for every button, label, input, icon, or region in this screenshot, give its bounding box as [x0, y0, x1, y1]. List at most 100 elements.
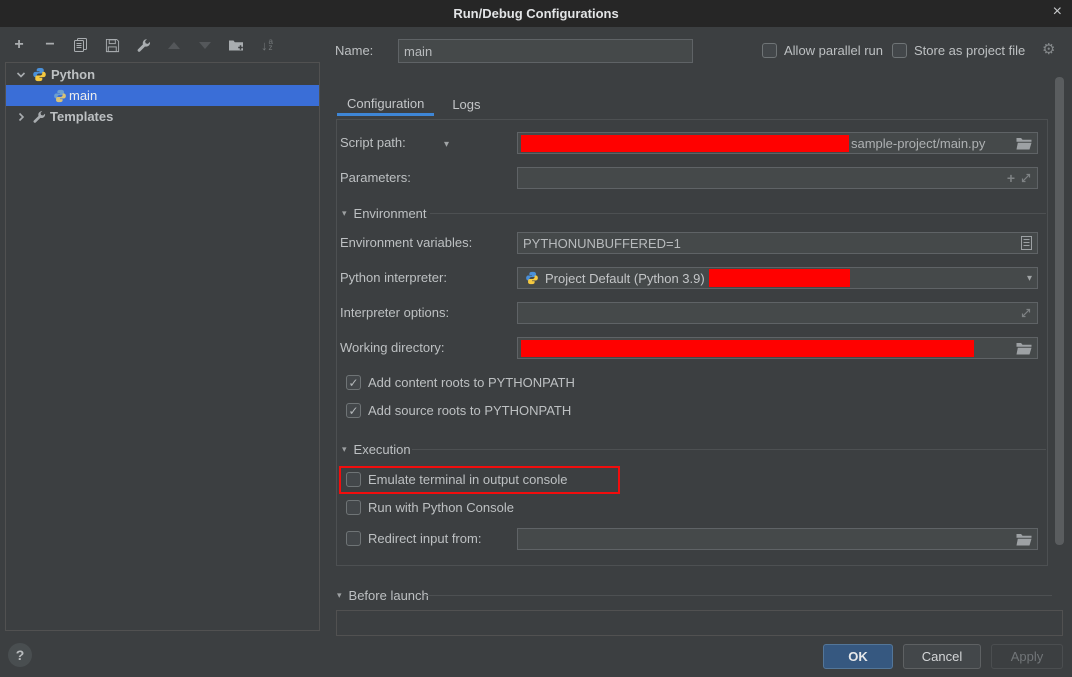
- python-interpreter-select[interactable]: Project Default (Python 3.9) ▾: [517, 267, 1038, 289]
- python-interpreter-value: Project Default (Python 3.9): [545, 271, 705, 286]
- arrow-down-icon: [199, 42, 211, 49]
- before-launch-section-header[interactable]: ▾ Before launch: [337, 588, 429, 603]
- new-folder-icon: [228, 38, 244, 52]
- section-divider: [424, 595, 1052, 596]
- tree-item-label: main: [69, 88, 97, 103]
- before-launch-task-list[interactable]: [336, 610, 1063, 636]
- name-value: main: [404, 44, 432, 59]
- ok-button[interactable]: OK: [823, 644, 893, 669]
- working-directory-input[interactable]: [517, 337, 1038, 359]
- redirect-input-path-input[interactable]: [517, 528, 1038, 550]
- emulate-terminal-option: Emulate terminal in output console: [346, 472, 567, 487]
- add-macro-icon[interactable]: +: [1007, 170, 1015, 186]
- gear-icon[interactable]: ⚙: [1042, 40, 1055, 58]
- working-directory-label: Working directory:: [340, 340, 445, 355]
- store-as-project-file-label: Store as project file: [914, 43, 1025, 58]
- copy-icon: [73, 37, 89, 53]
- tab-logs[interactable]: Logs: [442, 93, 490, 116]
- run-python-console-checkbox[interactable]: [346, 500, 361, 515]
- check-icon: ✓: [348, 377, 358, 389]
- parameters-input[interactable]: +: [517, 167, 1038, 189]
- add-source-roots-checkbox[interactable]: ✓: [346, 403, 361, 418]
- sort-configurations-button[interactable]: ↓ a z: [258, 36, 276, 54]
- apply-button[interactable]: Apply: [991, 644, 1063, 669]
- script-path-input[interactable]: sample-project/main.py: [517, 132, 1038, 154]
- edit-templates-button[interactable]: [134, 36, 152, 54]
- add-content-roots-checkbox[interactable]: ✓: [346, 375, 361, 390]
- expand-field-icon[interactable]: [1020, 172, 1032, 184]
- collapse-icon: ▾: [342, 208, 347, 219]
- redaction-box: [521, 135, 849, 152]
- tree-item-python[interactable]: Python: [6, 64, 319, 85]
- redaction-box: [709, 269, 850, 287]
- tab-bar: Configuration Logs: [337, 93, 491, 116]
- interpreter-options-input[interactable]: [517, 302, 1038, 324]
- section-divider: [430, 213, 1046, 214]
- remove-configuration-button[interactable]: −: [41, 36, 59, 54]
- script-path-dropdown-icon[interactable]: ▾: [444, 139, 449, 150]
- add-content-roots-option: ✓ Add content roots to PYTHONPATH: [346, 375, 575, 390]
- move-up-button[interactable]: [165, 36, 183, 54]
- save-icon: [105, 38, 120, 53]
- run-debug-configurations-dialog: Run/Debug Configurations × + −: [0, 0, 1072, 677]
- interpreter-options-label: Interpreter options:: [340, 305, 449, 320]
- folder-icon[interactable]: [1016, 533, 1032, 546]
- python-icon: [525, 271, 539, 285]
- name-label: Name:: [335, 43, 373, 58]
- save-configuration-button[interactable]: [103, 36, 121, 54]
- edit-list-icon[interactable]: [1021, 236, 1032, 250]
- store-as-project-file-checkbox[interactable]: [892, 43, 907, 58]
- allow-parallel-run-option: Allow parallel run: [762, 43, 883, 58]
- dialog-title: Run/Debug Configurations: [453, 6, 618, 21]
- add-content-roots-label: Add content roots to PYTHONPATH: [368, 375, 575, 390]
- wrench-icon: [136, 38, 151, 53]
- tree-item-main[interactable]: main: [6, 85, 319, 106]
- redirect-input-label: Redirect input from:: [368, 531, 481, 546]
- check-icon: ✓: [348, 405, 358, 417]
- environment-section-header[interactable]: ▾ Environment: [342, 206, 427, 221]
- dropdown-arrow-icon[interactable]: ▾: [1027, 273, 1032, 284]
- minus-icon: −: [45, 37, 54, 53]
- add-source-roots-option: ✓ Add source roots to PYTHONPATH: [346, 403, 571, 418]
- copy-configuration-button[interactable]: [72, 36, 90, 54]
- python-interpreter-label: Python interpreter:: [340, 270, 447, 285]
- close-icon[interactable]: ×: [1053, 3, 1062, 21]
- titlebar: Run/Debug Configurations ×: [0, 0, 1072, 27]
- new-folder-button[interactable]: [227, 36, 245, 54]
- allow-parallel-run-label: Allow parallel run: [784, 43, 883, 58]
- script-path-label: Script path:: [340, 135, 406, 150]
- help-button[interactable]: ?: [8, 643, 32, 667]
- environment-section-label: Environment: [354, 206, 427, 221]
- execution-section-label: Execution: [354, 442, 411, 457]
- allow-parallel-run-checkbox[interactable]: [762, 43, 777, 58]
- collapse-icon: ▾: [342, 444, 347, 455]
- plus-icon: +: [14, 37, 23, 53]
- tab-configuration[interactable]: Configuration: [337, 93, 434, 116]
- redirect-input-checkbox[interactable]: [346, 531, 361, 546]
- cancel-button[interactable]: Cancel: [903, 644, 981, 669]
- python-icon: [53, 89, 67, 103]
- folder-icon[interactable]: [1016, 342, 1032, 355]
- store-as-project-file-option: Store as project file: [892, 43, 1025, 58]
- configurations-toolbar: + −: [10, 35, 276, 55]
- emulate-terminal-checkbox[interactable]: [346, 472, 361, 487]
- vertical-scrollbar[interactable]: [1055, 77, 1064, 545]
- tree-item-templates[interactable]: Templates: [6, 106, 319, 127]
- before-launch-section-label: Before launch: [349, 588, 429, 603]
- collapse-icon: ▾: [337, 590, 342, 601]
- name-input[interactable]: main: [398, 39, 693, 63]
- add-configuration-button[interactable]: +: [10, 36, 28, 54]
- arrow-up-icon: [168, 42, 180, 49]
- python-icon: [32, 67, 47, 82]
- script-path-value: sample-project/main.py: [851, 136, 985, 151]
- chevron-down-icon[interactable]: [16, 70, 26, 80]
- environment-variables-input[interactable]: PYTHONUNBUFFERED=1: [517, 232, 1038, 254]
- move-down-button[interactable]: [196, 36, 214, 54]
- redaction-box: [521, 340, 974, 357]
- run-python-console-option: Run with Python Console: [346, 500, 514, 515]
- execution-section-header[interactable]: ▾ Execution: [342, 442, 411, 457]
- folder-icon[interactable]: [1016, 137, 1032, 150]
- expand-field-icon[interactable]: [1020, 307, 1032, 319]
- environment-variables-value: PYTHONUNBUFFERED=1: [523, 236, 681, 251]
- chevron-right-icon[interactable]: [16, 112, 26, 122]
